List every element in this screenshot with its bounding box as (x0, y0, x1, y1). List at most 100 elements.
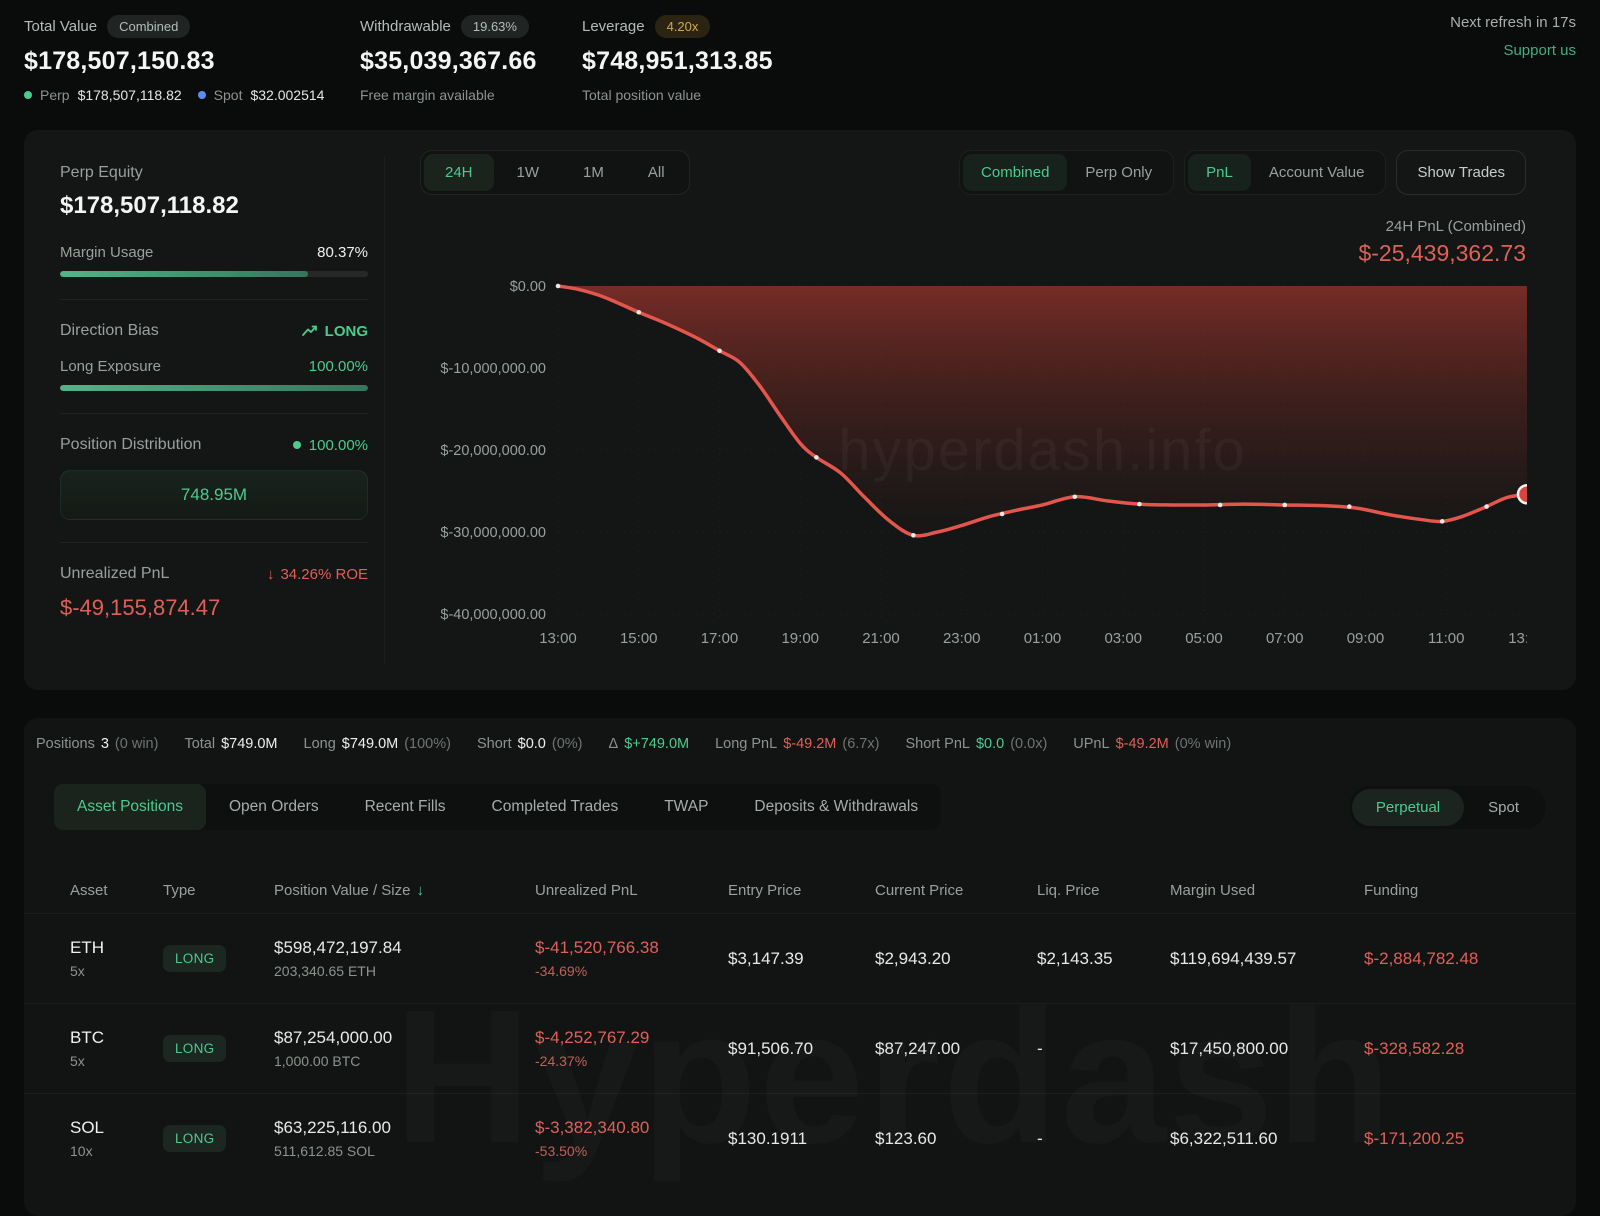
type-cell: LONG (163, 945, 274, 972)
margin-usage-value: 80.37% (317, 244, 368, 261)
withdrawable-card: Withdrawable 19.63% $35,039,367.66 Free … (360, 12, 537, 103)
summary-item-extra: (0.0x) (1010, 736, 1047, 752)
asset-leverage: 10x (70, 1143, 163, 1159)
range-tab-all[interactable]: All (627, 154, 686, 191)
toggle-perpetual[interactable]: Perpetual (1352, 789, 1464, 826)
col-funding[interactable]: Funding (1364, 882, 1546, 899)
asset-symbol: ETH (70, 938, 163, 958)
liq-price: - (1037, 1039, 1170, 1059)
range-tab-1m[interactable]: 1M (562, 154, 625, 191)
withdrawable-pct-badge: 19.63% (461, 15, 529, 38)
summary-item-long-pnl: Long PnL $-49.2M (6.7x) (715, 736, 879, 752)
position-distribution-box: 748.95M (60, 470, 368, 520)
col-label: Position Value / Size (274, 882, 410, 899)
col-margin-used[interactable]: Margin Used (1170, 882, 1364, 899)
chart-controls: CombinedPerp Only PnLAccount Value Show … (959, 150, 1526, 195)
col-label: Funding (1364, 882, 1418, 899)
type-cell: LONG (163, 1035, 274, 1062)
range-tab-1w[interactable]: 1W (496, 154, 561, 191)
current-price: $123.60 (875, 1129, 1037, 1149)
data-point-dot (1282, 503, 1287, 508)
summary-item-extra: (6.7x) (842, 736, 879, 752)
long-exposure-value: 100.00% (309, 358, 368, 375)
perp-dot-icon (24, 91, 32, 99)
position-value: $87,254,000.00 (274, 1028, 535, 1048)
pnl-summary-value: $-25,439,362.73 (1358, 240, 1526, 267)
divider (60, 413, 368, 414)
col-type[interactable]: Type (163, 882, 274, 899)
position-distribution-value: 748.95M (181, 485, 247, 505)
positions-card: Hyperdash Positions3(0 win)Total$749.0ML… (24, 718, 1576, 1216)
col-liq-price[interactable]: Liq. Price (1037, 882, 1170, 899)
data-point-dot (1000, 512, 1005, 517)
x-axis-label: 11:00 (1428, 630, 1464, 647)
col-label: Margin Used (1170, 882, 1255, 899)
col-unrealized-pnl[interactable]: Unrealized PnL (535, 882, 728, 899)
summary-item-value: $+749.0M (624, 736, 689, 752)
entry-price: $3,147.39 (728, 949, 875, 969)
position-size: 511,612.85 SOL (274, 1143, 535, 1159)
leverage-card: Leverage 4.20x $748,951,313.85 Total pos… (582, 12, 773, 103)
summary-item-label: Δ (609, 736, 619, 752)
current-price: $2,943.20 (875, 949, 1037, 969)
col-position-value-size[interactable]: Position Value / Size↓ (274, 882, 535, 899)
col-entry-price[interactable]: Entry Price (728, 882, 875, 899)
position-value-cell: $63,225,116.00511,612.85 SOL (274, 1118, 535, 1159)
entry-price: $130.1911 (728, 1129, 875, 1149)
funding: $-2,884,782.48 (1364, 949, 1546, 969)
support-us-link[interactable]: Support us (1450, 42, 1576, 59)
unrealized-pnl-cell: $-4,252,767.29-24.37% (535, 1028, 728, 1069)
perp-label: Perp (40, 87, 70, 103)
mode-tab-combined[interactable]: Combined (963, 154, 1067, 191)
col-label: Entry Price (728, 882, 801, 899)
col-label: Asset (70, 882, 108, 899)
panel-divider (384, 156, 385, 664)
unrealized-pnl: $-3,382,340.80 (535, 1118, 728, 1138)
asset-symbol: SOL (70, 1118, 163, 1138)
range-tab-24h[interactable]: 24H (424, 154, 494, 191)
summary-item-value: $-49.2M (783, 736, 836, 752)
data-point-dot (636, 310, 641, 315)
summary-item-label: Short (477, 736, 512, 752)
tab-open-orders[interactable]: Open Orders (206, 784, 342, 830)
x-axis-label: 23:00 (943, 630, 981, 647)
pnl-area-chart[interactable]: $0.00$-10,000,000.00$-20,000,000.00$-30,… (420, 270, 1527, 660)
position-row-eth[interactable]: ETH5xLONG$598,472,197.84203,340.65 ETH$-… (24, 913, 1576, 1003)
col-asset[interactable]: Asset (70, 882, 163, 899)
x-axis-label: 07:00 (1266, 630, 1304, 647)
chart-watermark: hyperdash.info (838, 418, 1246, 483)
pnl-chart[interactable]: $0.00$-10,000,000.00$-20,000,000.00$-30,… (420, 270, 1527, 660)
y-axis-label: $-40,000,000.00 (440, 607, 546, 623)
tab-deposits-withdrawals[interactable]: Deposits & Withdrawals (731, 784, 941, 830)
withdrawable-value: $35,039,367.66 (360, 47, 537, 76)
unrealized-pnl: $-4,252,767.29 (535, 1028, 728, 1048)
arrow-down-icon: ↓ (267, 566, 275, 583)
margin-usage-bar (60, 271, 368, 277)
tab-recent-fills[interactable]: Recent Fills (342, 784, 469, 830)
type-cell: LONG (163, 1125, 274, 1152)
tab-asset-positions[interactable]: Asset Positions (54, 784, 206, 830)
leverage-label: Leverage (582, 18, 645, 35)
position-row-sol[interactable]: SOL 10xLONG$63,225,116.00511,612.85 SOL$-… (24, 1093, 1576, 1183)
positions-tabs-row: Asset PositionsOpen OrdersRecent FillsCo… (24, 784, 1576, 830)
y-axis-label: $-10,000,000.00 (440, 361, 546, 377)
toggle-spot[interactable]: Spot (1464, 789, 1543, 826)
withdrawable-label: Withdrawable (360, 18, 451, 35)
col-label: Liq. Price (1037, 882, 1100, 899)
view-tab-pnl[interactable]: PnL (1188, 154, 1251, 191)
summary-item-value: $-49.2M (1116, 736, 1169, 752)
tab-twap[interactable]: TWAP (641, 784, 731, 830)
col-current-price[interactable]: Current Price (875, 882, 1037, 899)
col-label: Current Price (875, 882, 963, 899)
view-tab-account-value[interactable]: Account Value (1251, 154, 1383, 191)
summary-item-label: Long PnL (715, 736, 777, 752)
tab-completed-trades[interactable]: Completed Trades (469, 784, 642, 830)
x-axis-label: 13:00 (539, 630, 577, 647)
divider (60, 299, 368, 300)
show-trades-button[interactable]: Show Trades (1396, 150, 1526, 195)
summary-item-total: Total$749.0M (184, 736, 277, 752)
position-row-btc[interactable]: BTC5xLONG$87,254,000.001,000.00 BTC$-4,2… (24, 1003, 1576, 1093)
mode-tab-perp-only[interactable]: Perp Only (1067, 154, 1170, 191)
summary-item-extra: (100%) (404, 736, 451, 752)
long-exposure-label: Long Exposure (60, 358, 161, 375)
